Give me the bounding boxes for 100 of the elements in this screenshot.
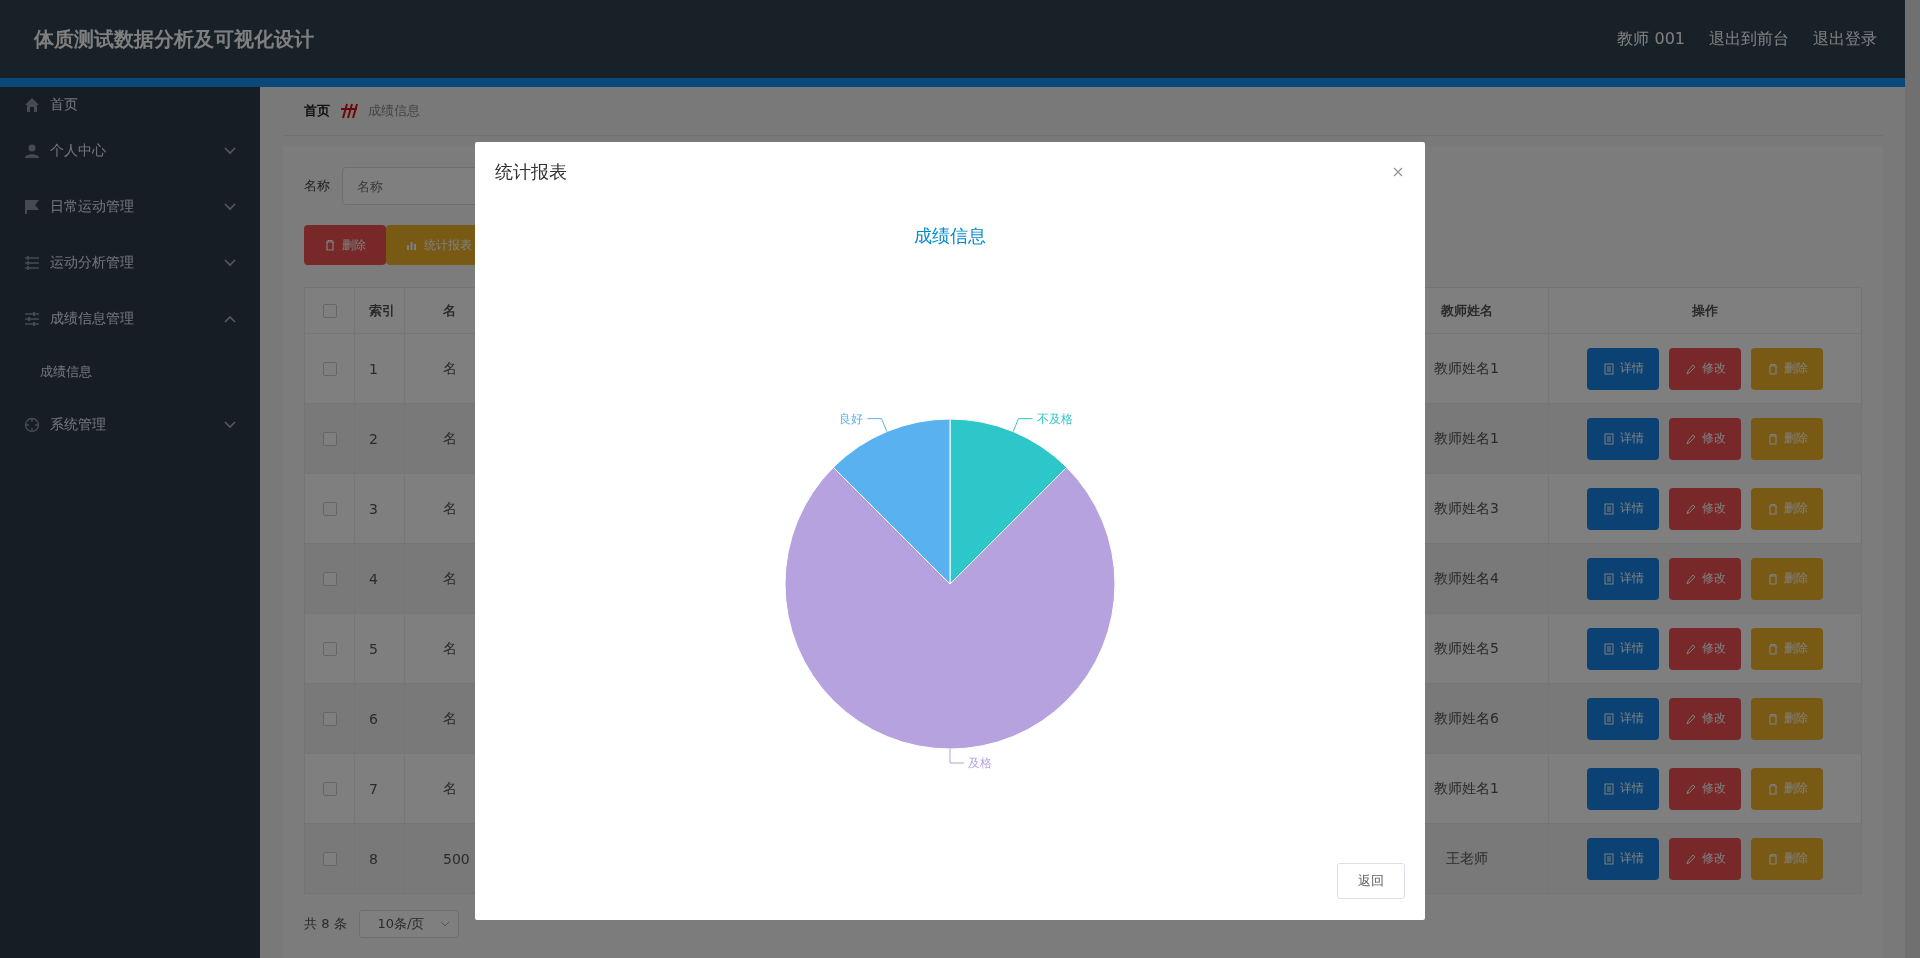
column-header: 操作 [1692,301,1718,320]
pencil-icon [1684,502,1697,515]
edit-button[interactable]: 修改 [1669,697,1741,740]
delete-button[interactable]: 删除 [1751,627,1823,670]
edit-button[interactable]: 修改 [1669,487,1741,530]
sidebar-subitem[interactable]: 成绩信息 [0,347,260,397]
document-icon [1602,572,1615,585]
checkbox[interactable] [322,851,337,866]
close-button[interactable] [1391,165,1405,179]
table-cell: 名 [443,779,457,798]
document-icon [1602,782,1615,795]
scrollbar[interactable] [1905,0,1920,958]
breadcrumb-link[interactable]: 首页 [304,102,330,120]
checkbox[interactable] [322,501,337,516]
details-button[interactable]: 详情 [1587,837,1659,880]
details-button[interactable]: 详情 [1587,697,1659,740]
table-cell: 名 [443,569,457,588]
table-cell: 名 [443,359,457,378]
back-button[interactable]: 返回 [1337,863,1405,899]
checkbox[interactable] [322,361,337,376]
trash-icon [1766,782,1779,795]
sidebar-item[interactable]: 个人中心 [0,123,260,179]
table-cell: 6 [369,710,378,727]
table-cell: 1 [369,360,378,377]
table-cell: 名 [443,499,457,518]
document-icon [1602,712,1615,725]
delete-button[interactable]: 删除 [1751,487,1823,530]
trash-icon [1766,502,1779,515]
sidebar-item[interactable]: 首页 [0,87,260,123]
home-icon [24,97,40,113]
edit-button[interactable]: 修改 [1669,627,1741,670]
checkbox[interactable] [322,781,337,796]
details-button[interactable]: 详情 [1587,557,1659,600]
chart-label: 良好 [839,411,864,426]
details-button[interactable]: 详情 [1587,347,1659,390]
edit-button[interactable]: 修改 [1669,557,1741,600]
column-header: 索引 [369,301,395,320]
delete-button[interactable]: 删除 [1751,417,1823,460]
checkbox[interactable] [322,711,337,726]
table-cell: 王老师 [1445,849,1488,868]
table-cell: 3 [369,500,378,517]
document-icon [1602,432,1615,445]
column-header: 教师姓名 [1440,301,1493,320]
header-link[interactable]: 退出登录 [1813,28,1877,50]
header-link[interactable]: 退出到前台 [1709,28,1789,50]
checkbox[interactable] [322,571,337,586]
sidebar-item[interactable]: 运动分析管理 [0,235,260,291]
sidebar-item[interactable]: 系统管理 [0,397,260,453]
leader-line [867,418,888,433]
table-cell: 教师姓名6 [1434,709,1499,728]
table-cell: 8 [369,850,378,867]
trash-icon [1766,852,1779,865]
table-cell: 名 [443,429,457,448]
table-cell: 教师姓名3 [1434,499,1499,518]
trash-icon [1766,712,1779,725]
details-button[interactable]: 详情 [1587,487,1659,530]
checkbox[interactable] [322,431,337,446]
trash-icon [1766,432,1779,445]
pencil-icon [1684,782,1697,795]
details-button[interactable]: 详情 [1587,767,1659,810]
pencil-icon [1684,852,1697,865]
column-header: 名 [443,301,456,320]
document-icon [1602,852,1615,865]
details-button[interactable]: 详情 [1587,627,1659,670]
checkbox[interactable] [322,641,337,656]
checkbox[interactable] [322,303,337,318]
delete-button[interactable]: 删除 [1751,697,1823,740]
table-cell: 教师姓名1 [1434,779,1499,798]
sidebar-item[interactable]: 日常运动管理 [0,179,260,235]
pencil-icon [1684,432,1697,445]
chart-label: 及格 [968,756,992,770]
app-title: 体质测试数据分析及可视化设计 [34,25,314,53]
user-name[interactable]: 教师 001 [1617,28,1685,50]
leader-line [949,748,965,764]
delete-button[interactable]: 删除 [1751,767,1823,810]
chart-label: 不及格 [1036,411,1073,426]
delete-button[interactable]: 删除 [304,225,386,265]
bar-chart-icon [406,239,418,251]
crosshair-icon [24,417,40,433]
chevron-down-icon [439,921,450,927]
delete-button[interactable]: 删除 [1751,837,1823,880]
separator-icon [340,103,358,119]
page-size-select[interactable]: 10条/页 [358,910,459,938]
table-cell: 2 [369,430,378,447]
field-label: 名称 [304,177,330,195]
trash-icon [1766,572,1779,585]
delete-button[interactable]: 删除 [1751,557,1823,600]
delete-button[interactable]: 删除 [1751,347,1823,390]
edit-button[interactable]: 修改 [1669,417,1741,460]
table-cell: 4 [369,570,378,587]
table-cell: 5 [369,640,378,657]
pencil-icon [1684,712,1697,725]
chart-title: 成绩信息 [914,225,986,246]
sidebar-item[interactable]: 成绩信息管理 [0,291,260,347]
document-icon [1602,362,1615,375]
edit-button[interactable]: 修改 [1669,767,1741,810]
details-button[interactable]: 详情 [1587,417,1659,460]
table-cell: 7 [369,780,378,797]
edit-button[interactable]: 修改 [1669,347,1741,390]
edit-button[interactable]: 修改 [1669,837,1741,880]
